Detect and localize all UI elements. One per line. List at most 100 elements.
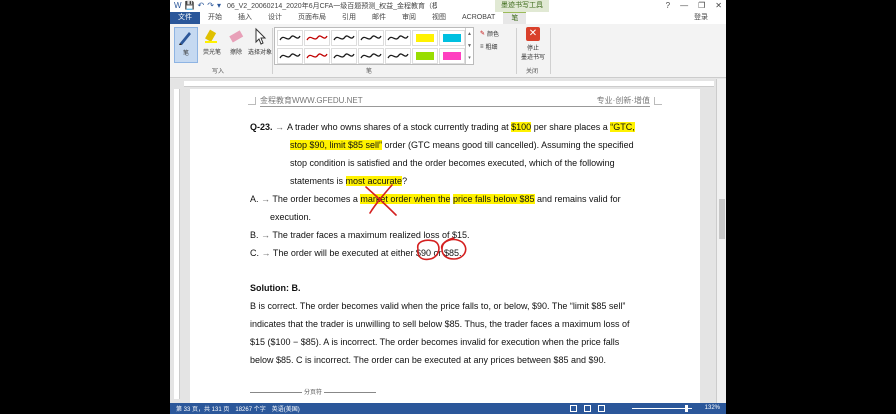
- ink-tools-context-label: 墨迹书写工具: [495, 0, 549, 12]
- pen-color-icon: ✎: [480, 31, 486, 37]
- highlighter-button[interactable]: 荧光笔: [200, 27, 224, 63]
- tab-insert[interactable]: 插入: [230, 12, 260, 24]
- pen-icon: [176, 28, 196, 46]
- pen-preset[interactable]: [385, 30, 411, 46]
- solution-line-4: below $85. C is incorrect. The order can…: [250, 355, 607, 365]
- tab-review[interactable]: 审阅: [394, 12, 424, 24]
- pen-preset[interactable]: [277, 48, 303, 64]
- page-header: 金程教育WWW.GFEDU.NET 专业·创新·增值: [260, 94, 650, 107]
- pen-preset[interactable]: [412, 48, 438, 64]
- word-count[interactable]: 18267 个字: [235, 404, 265, 413]
- title-bar: W 💾 ↶ ↷ ▾ 06_V2_20060214_2020年6月CFA一级百题预…: [170, 0, 726, 12]
- ribbon-divider: [516, 28, 517, 74]
- help-icon[interactable]: ?: [666, 0, 670, 12]
- pen-thickness-option[interactable]: ≡ 粗细: [480, 42, 498, 52]
- select-objects-button[interactable]: 选择对象: [248, 27, 272, 63]
- ribbon-divider: [550, 28, 551, 74]
- tab-view[interactable]: 视图: [424, 12, 454, 24]
- eraser-icon: [226, 27, 246, 45]
- scrollbar-thumb[interactable]: [719, 199, 725, 239]
- gallery-scroll[interactable]: ▲ ▼ ▾: [465, 28, 473, 64]
- close-group-label: 关闭: [526, 69, 539, 75]
- customize-quick-access-icon[interactable]: ▾: [217, 1, 221, 11]
- minimize-icon[interactable]: —: [680, 0, 688, 12]
- restore-icon[interactable]: ❐: [698, 0, 705, 12]
- close-x-icon: ✕: [526, 27, 540, 41]
- pen-color-option[interactable]: ✎ 颜色: [480, 29, 499, 38]
- pen-preset[interactable]: [439, 30, 465, 46]
- pen-preset[interactable]: [331, 48, 357, 64]
- write-group-label: 写入: [212, 69, 225, 75]
- crop-mark: [654, 97, 662, 105]
- tab-pens[interactable]: 笔: [503, 11, 527, 25]
- option-a-line-2: execution.: [270, 212, 312, 222]
- pen-preset[interactable]: [439, 48, 465, 64]
- thickness-icon: ≡: [480, 43, 484, 50]
- pen-button[interactable]: 笔: [174, 27, 198, 63]
- document-page[interactable]: 金程教育WWW.GFEDU.NET 专业·创新·增值 Q-23. → A tra…: [190, 89, 700, 405]
- pen-preset[interactable]: [304, 48, 330, 64]
- pen-preset[interactable]: [277, 30, 303, 46]
- tab-file[interactable]: 文件: [170, 12, 200, 24]
- tab-references[interactable]: 引用: [334, 12, 364, 24]
- highlighter-icon: [202, 27, 222, 45]
- question-number: Q-23.: [250, 122, 273, 132]
- ribbon-panel: 笔 荧光笔 擦除 选择对象 写入 ▲ ▼ ▾ 笔 ✎ 颜色 ≡ 粗细 ✕ 停止 …: [170, 24, 726, 78]
- undo-icon[interactable]: ↶: [198, 1, 205, 11]
- header-site: 金程教育WWW.GFEDU.NET: [260, 96, 363, 105]
- login-link[interactable]: 登录: [694, 12, 708, 24]
- pen-preset[interactable]: [412, 30, 438, 46]
- right-black-bar: [726, 0, 896, 414]
- vertical-scrollbar[interactable]: [716, 79, 726, 403]
- redo-icon[interactable]: ↷: [207, 1, 214, 11]
- pen-gallery: ▲ ▼ ▾: [274, 27, 474, 65]
- tab-home[interactable]: 开始: [200, 12, 230, 24]
- web-layout-icon[interactable]: [598, 405, 605, 412]
- stop-inking-button[interactable]: ✕ 停止 墨迹书写: [520, 27, 546, 67]
- pen-preset[interactable]: [358, 30, 384, 46]
- pen-preset[interactable]: [331, 30, 357, 46]
- eraser-button[interactable]: 擦除: [224, 27, 248, 63]
- pen-preset[interactable]: [385, 48, 411, 64]
- question-line-4: statements is most accurate?: [290, 176, 408, 186]
- zoom-level[interactable]: 132%: [705, 403, 720, 414]
- page-count[interactable]: 第 33 页，共 131 页: [176, 404, 229, 413]
- word-window: W 💾 ↶ ↷ ▾ 06_V2_20060214_2020年6月CFA一级百题预…: [170, 0, 726, 414]
- question-line-2: stop $90, limit $85 sell” order (GTC mea…: [290, 140, 634, 150]
- pen-preset[interactable]: [358, 48, 384, 64]
- window-controls: ? — ❐ ✕: [666, 0, 722, 12]
- pens-group-label: 笔: [366, 69, 373, 75]
- solution-line-1: B is correct. The order becomes valid wh…: [250, 301, 626, 311]
- option-c: C. → The order will be executed at eithe…: [250, 248, 462, 258]
- tab-design[interactable]: 设计: [260, 12, 290, 24]
- status-bar: 第 33 页，共 131 页 18267 个字 英语(美国) 132%: [170, 403, 726, 414]
- language-indicator[interactable]: 英语(美国): [272, 404, 300, 413]
- ribbon-tabs: 文件 开始 插入 设计 页面布局 引用 邮件 审阅 视图 ACROBAT 笔 登…: [170, 11, 726, 25]
- horizontal-ruler: [184, 81, 714, 87]
- read-mode-icon[interactable]: [570, 405, 577, 412]
- document-area: 金程教育WWW.GFEDU.NET 专业·创新·增值 Q-23. → A tra…: [170, 79, 726, 405]
- crop-mark: [248, 97, 256, 105]
- pen-preset[interactable]: [304, 30, 330, 46]
- select-objects-icon: [250, 27, 270, 45]
- vertical-ruler: [174, 89, 180, 399]
- option-b: B. → The trader faces a maximum realized…: [250, 230, 470, 240]
- tab-page-layout[interactable]: 页面布局: [290, 12, 334, 24]
- solution-line-3: $15 ($100 − $85). A is incorrect. The or…: [250, 337, 620, 347]
- zoom-slider[interactable]: [632, 408, 692, 409]
- solution-line-2: indicates that the trader is unwilling t…: [250, 319, 630, 329]
- zoom-slider-knob[interactable]: [685, 405, 688, 412]
- tab-acrobat[interactable]: ACROBAT: [454, 12, 503, 24]
- close-icon[interactable]: ✕: [715, 0, 722, 12]
- option-a: A. → The order becomes a market order wh…: [250, 194, 621, 204]
- word-logo-icon: W: [174, 1, 182, 10]
- question-line-1: Q-23. → A trader who owns shares of a st…: [250, 122, 635, 132]
- save-icon[interactable]: 💾: [185, 1, 195, 11]
- left-black-bar: [0, 0, 170, 414]
- quick-access-toolbar: W 💾 ↶ ↷ ▾: [170, 1, 221, 11]
- page-break-marker: 分页符: [250, 387, 400, 396]
- tab-mailings[interactable]: 邮件: [364, 12, 394, 24]
- print-layout-icon[interactable]: [584, 405, 591, 412]
- solution-heading: Solution: B.: [250, 283, 301, 293]
- ribbon-divider: [272, 28, 273, 74]
